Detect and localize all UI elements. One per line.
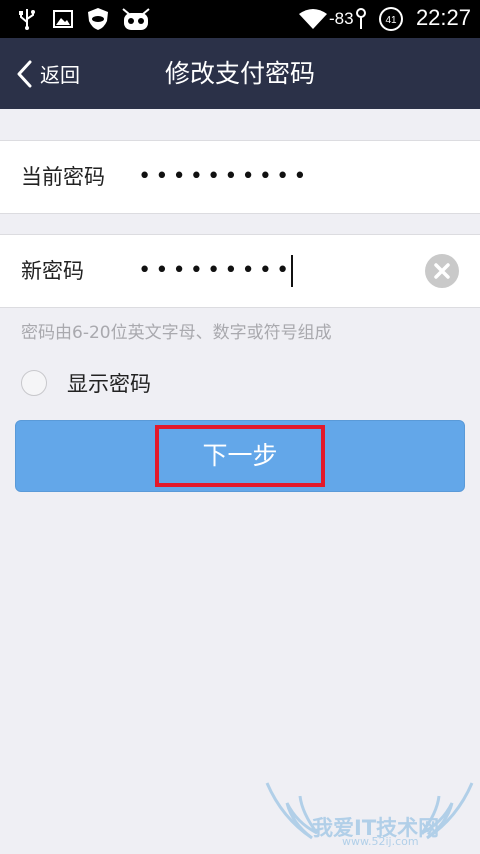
android-icon: [120, 8, 152, 30]
watermark: 我爱IT技术网 www.52ij.com: [262, 778, 477, 850]
nav-bar: 修改支付密码 返回: [0, 38, 480, 109]
show-password-radio[interactable]: [21, 370, 47, 396]
current-password-input[interactable]: ••••••••••: [138, 141, 310, 213]
new-password-label: 新密码: [21, 259, 84, 283]
back-button[interactable]: 返回: [16, 38, 80, 109]
clear-input-button[interactable]: [425, 254, 459, 288]
new-password-input[interactable]: •••••••••: [138, 235, 294, 307]
watermark-url: www.52ij.com: [342, 835, 419, 848]
current-password-row: 当前密码 ••••••••••: [0, 140, 480, 214]
wifi-icon: [298, 8, 328, 30]
password-hint: 密码由6-20位英文字母、数字或符号组成: [21, 323, 332, 343]
show-password-toggle[interactable]: 显示密码: [21, 367, 151, 399]
show-password-label: 显示密码: [67, 372, 151, 396]
shield-icon: [86, 8, 110, 30]
new-password-value: •••••••••: [138, 258, 294, 283]
badge-icon: 41: [378, 7, 404, 31]
signal-icon: [354, 8, 368, 30]
usb-icon: [16, 8, 38, 30]
current-password-label: 当前密码: [21, 165, 105, 189]
clock-time: 22:27: [415, 5, 471, 30]
image-icon: [52, 8, 74, 30]
notification-badge-text: 41: [385, 15, 397, 26]
close-icon: [434, 263, 450, 279]
back-button-label: 返回: [40, 63, 80, 87]
annotation-highlight-box: [155, 425, 325, 487]
new-password-row: 新密码 •••••••••: [0, 234, 480, 308]
text-cursor: [291, 255, 294, 287]
status-bar: -83 41 22:27: [0, 0, 480, 38]
chevron-left-icon: [16, 60, 32, 88]
signal-strength-text: -83: [329, 9, 354, 28]
